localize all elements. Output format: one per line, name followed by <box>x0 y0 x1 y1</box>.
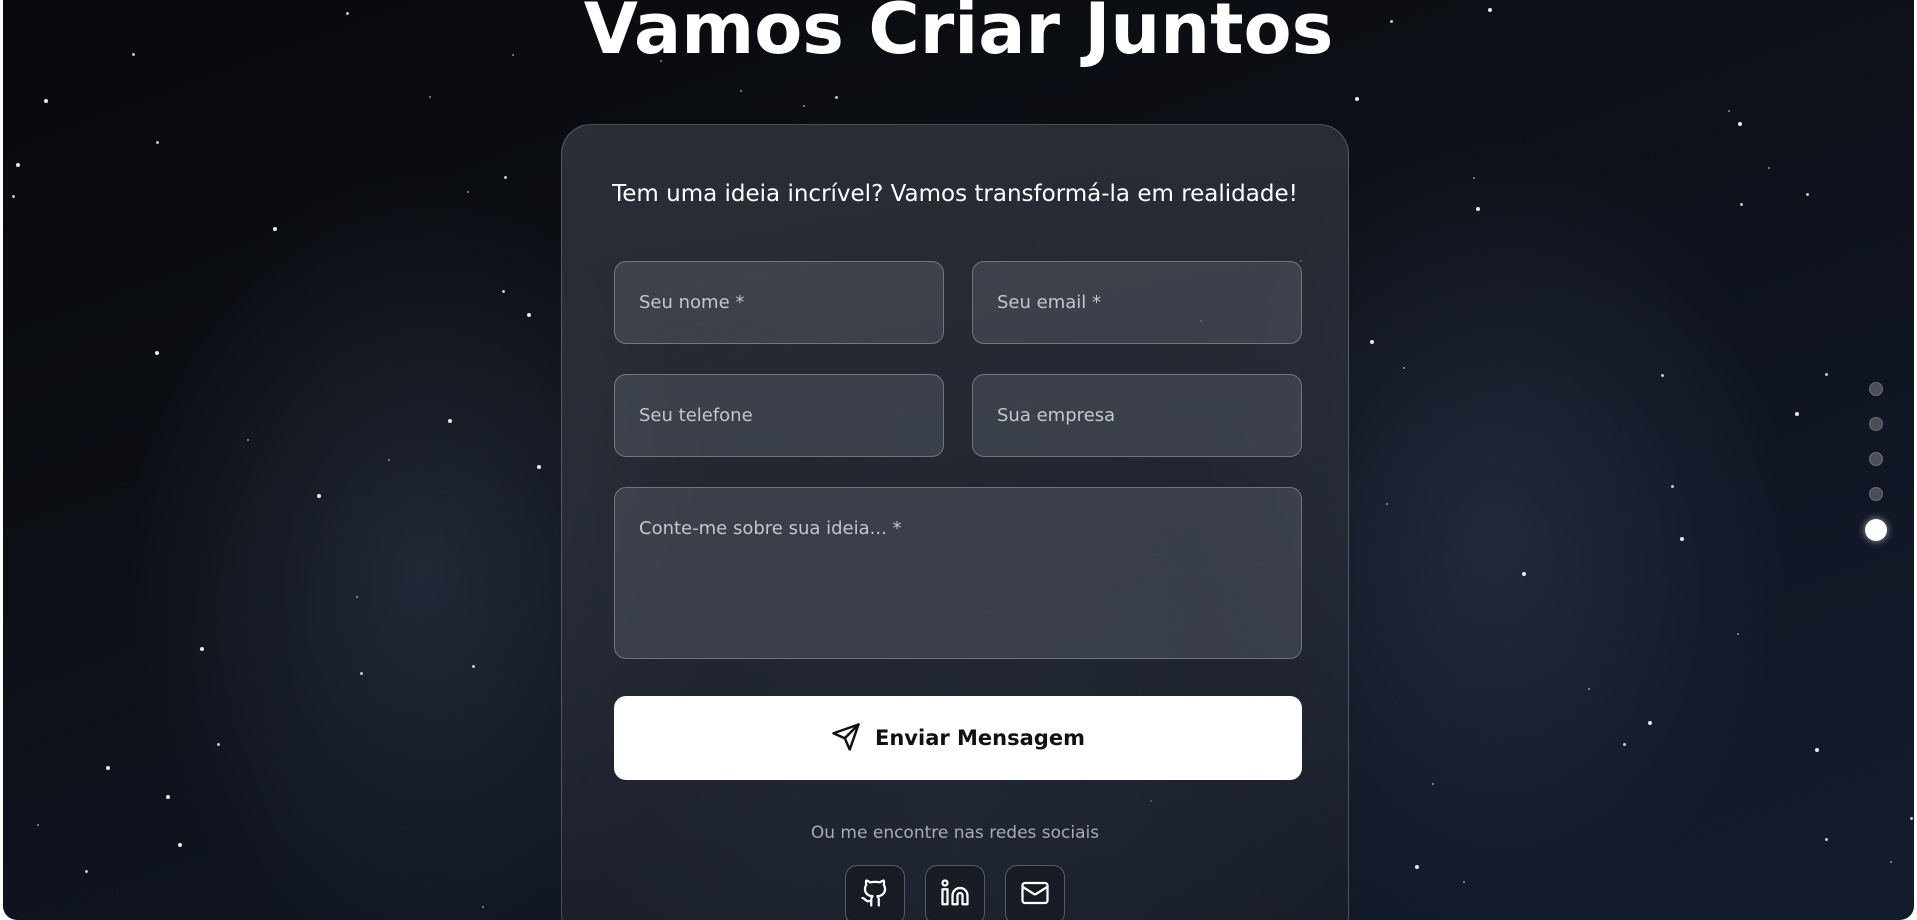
star <box>1522 572 1526 576</box>
star <box>835 96 838 99</box>
star <box>247 439 249 441</box>
star <box>1403 367 1405 369</box>
star <box>1386 503 1388 505</box>
contact-section: Vamos Criar Juntos Tem uma ideia incríve… <box>3 0 1914 920</box>
star <box>803 105 805 107</box>
star <box>502 290 505 293</box>
star <box>1740 203 1743 206</box>
star <box>217 743 220 746</box>
star <box>37 824 39 826</box>
star <box>1738 122 1742 126</box>
star <box>12 195 15 198</box>
star <box>1680 537 1684 541</box>
star <box>106 766 110 770</box>
linkedin-link[interactable] <box>925 865 985 920</box>
page-title: Vamos Criar Juntos <box>583 0 1334 70</box>
star <box>155 351 159 355</box>
phone-input[interactable] <box>614 374 944 457</box>
star <box>1768 167 1770 169</box>
star <box>1815 748 1819 752</box>
section-dot-3[interactable] <box>1869 452 1883 466</box>
company-input[interactable] <box>972 374 1302 457</box>
star <box>1671 485 1674 488</box>
star <box>472 665 475 668</box>
star <box>44 99 48 103</box>
section-dot-2[interactable] <box>1869 417 1883 431</box>
star <box>16 163 20 167</box>
star <box>1415 865 1419 869</box>
star <box>200 647 204 651</box>
star <box>467 191 469 193</box>
star <box>1806 193 1809 196</box>
send-icon <box>831 722 861 755</box>
mail-icon <box>1020 878 1050 912</box>
star <box>1737 633 1739 635</box>
star <box>1463 881 1465 883</box>
star <box>166 795 170 799</box>
star <box>1473 177 1475 179</box>
star <box>178 843 182 847</box>
section-dot-4[interactable] <box>1869 487 1883 501</box>
star <box>1795 412 1799 416</box>
star <box>356 596 358 598</box>
github-link[interactable] <box>845 865 905 920</box>
star <box>448 419 452 423</box>
star <box>273 227 277 231</box>
star <box>1661 374 1664 377</box>
linkedin-icon <box>940 878 970 912</box>
name-input[interactable] <box>614 261 944 344</box>
form-subtitle: Tem uma ideia incrível? Vamos transformá… <box>612 181 1298 207</box>
star <box>1728 110 1730 112</box>
star <box>85 870 88 873</box>
star <box>1825 838 1828 841</box>
star <box>1370 340 1374 344</box>
star <box>740 90 742 92</box>
section-dot-1[interactable] <box>1869 382 1883 396</box>
star <box>537 465 541 469</box>
section-dot-5-active[interactable] <box>1865 519 1887 541</box>
star <box>1623 743 1626 746</box>
social-caption: Ou me encontre nas redes sociais <box>810 823 1100 843</box>
star <box>429 96 431 98</box>
star <box>1890 861 1892 863</box>
star <box>317 494 321 498</box>
star <box>1910 817 1913 820</box>
star <box>504 176 507 179</box>
message-textarea[interactable] <box>614 487 1302 659</box>
contact-form-card: Tem uma ideia incrível? Vamos transformá… <box>561 124 1349 920</box>
star <box>482 906 484 908</box>
star <box>1588 688 1590 690</box>
star <box>156 141 159 144</box>
send-message-button[interactable]: Enviar Mensagem <box>614 696 1302 780</box>
star <box>1432 783 1434 785</box>
star <box>1648 721 1652 725</box>
star <box>388 459 390 461</box>
star <box>527 313 531 317</box>
email-link[interactable] <box>1005 865 1065 920</box>
star <box>1476 207 1480 211</box>
star <box>360 672 363 675</box>
email-input[interactable] <box>972 261 1302 344</box>
social-links <box>845 865 1065 920</box>
send-message-label: Enviar Mensagem <box>875 726 1085 750</box>
star <box>1825 373 1828 376</box>
star <box>1355 97 1359 101</box>
github-icon <box>860 878 890 912</box>
